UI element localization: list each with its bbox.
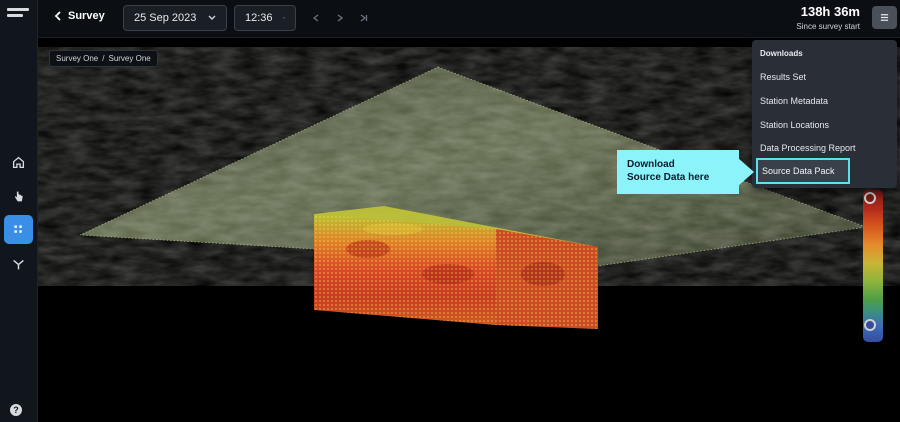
antenna-icon bbox=[13, 259, 24, 270]
chevron-down-icon bbox=[208, 15, 216, 20]
callout-tooltip: Download Source Data here bbox=[617, 150, 739, 194]
download-data-processing-report[interactable]: Data Processing Report bbox=[760, 143, 856, 153]
grid-view-button[interactable] bbox=[4, 215, 33, 244]
callout-line1: Download bbox=[627, 159, 675, 170]
back-label: Survey bbox=[68, 10, 105, 22]
callout-arrow bbox=[738, 158, 754, 186]
brand-logo-icon[interactable] bbox=[7, 8, 29, 22]
elapsed-caption: Since survey start bbox=[796, 22, 860, 31]
time-select[interactable]: 12:36 bbox=[234, 5, 296, 31]
skip-end-icon bbox=[360, 14, 368, 22]
back-button[interactable]: Survey bbox=[54, 10, 105, 22]
callout-line2: Source Data here bbox=[627, 172, 710, 183]
download-results-set[interactable]: Results Set bbox=[760, 72, 806, 82]
previous-step-button[interactable] bbox=[306, 8, 326, 28]
stations-button[interactable] bbox=[4, 250, 33, 279]
downloads-header: Downloads bbox=[760, 49, 803, 58]
download-station-locations[interactable]: Station Locations bbox=[760, 120, 829, 130]
downloads-menu-button[interactable] bbox=[872, 6, 897, 29]
chevron-right-icon bbox=[337, 14, 343, 22]
elapsed-time: 138h 36m Since survey start bbox=[796, 4, 860, 31]
menu-icon bbox=[880, 14, 889, 21]
date-value: 25 Sep 2023 bbox=[134, 12, 197, 24]
chevron-down-icon bbox=[282, 17, 285, 19]
hand-pointer-icon bbox=[14, 191, 23, 202]
elapsed-value: 138h 36m bbox=[800, 4, 860, 19]
chevron-left-icon bbox=[313, 14, 319, 22]
time-value: 12:36 bbox=[245, 12, 273, 24]
chevron-left-icon bbox=[54, 11, 61, 21]
last-step-button[interactable] bbox=[354, 8, 374, 28]
top-bar: Survey 25 Sep 2023 12:36 138h 36m Since … bbox=[38, 0, 900, 38]
scale-max-handle[interactable] bbox=[864, 192, 876, 204]
home-icon bbox=[12, 156, 25, 169]
download-source-data-pack[interactable]: Source Data Pack bbox=[756, 158, 850, 184]
volume-grid bbox=[314, 214, 496, 325]
source-data-pack-label: Source Data Pack bbox=[762, 166, 835, 176]
grid-icon bbox=[14, 225, 22, 233]
help-button[interactable]: ? bbox=[10, 404, 22, 416]
breadcrumb-item[interactable]: Survey One bbox=[56, 54, 98, 63]
download-station-metadata[interactable]: Station Metadata bbox=[760, 96, 828, 106]
date-select[interactable]: 25 Sep 2023 bbox=[123, 5, 227, 31]
help-label: ? bbox=[13, 405, 19, 415]
next-step-button[interactable] bbox=[330, 8, 350, 28]
hand-tool-button[interactable] bbox=[4, 182, 33, 211]
breadcrumb-item[interactable]: Survey One bbox=[108, 54, 150, 63]
breadcrumb-separator: / bbox=[102, 54, 105, 63]
home-button[interactable] bbox=[4, 148, 33, 177]
sidebar: ? bbox=[0, 0, 38, 422]
breadcrumb: Survey One / Survey One bbox=[49, 50, 158, 67]
scale-min-handle[interactable] bbox=[864, 319, 876, 331]
